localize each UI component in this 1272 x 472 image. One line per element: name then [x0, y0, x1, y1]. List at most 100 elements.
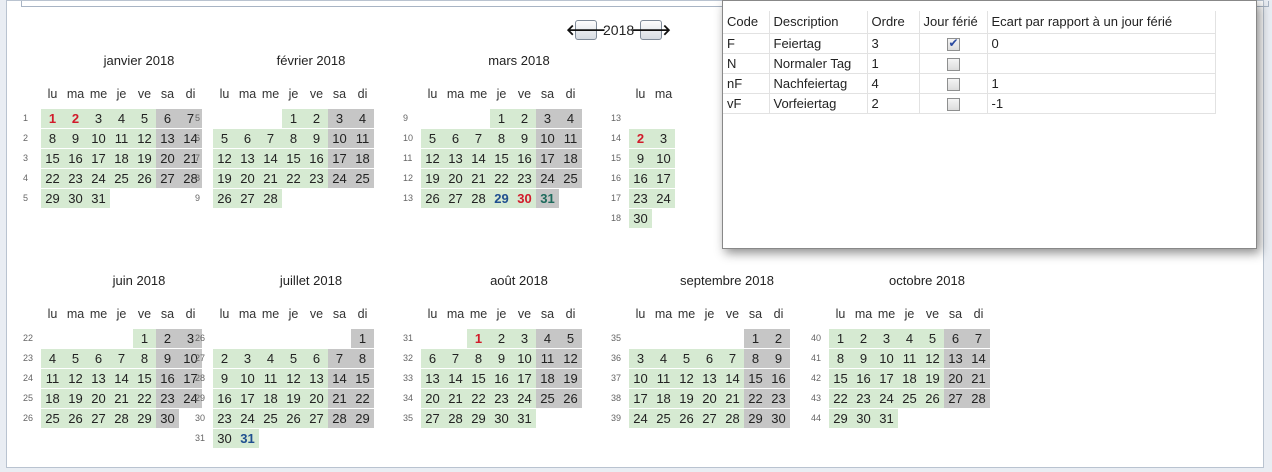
- day-cell[interactable]: 22: [133, 389, 156, 408]
- day-cell[interactable]: 11: [110, 129, 133, 148]
- prev-year-button[interactable]: 🡐: [566, 20, 606, 40]
- day-cell[interactable]: 27: [305, 409, 328, 428]
- day-cell[interactable]: 31: [236, 429, 259, 448]
- day-cell[interactable]: 24: [875, 389, 898, 408]
- day-cell[interactable]: 14: [444, 369, 467, 388]
- day-cell[interactable]: 3: [875, 329, 898, 348]
- day-cell[interactable]: 12: [675, 369, 698, 388]
- day-cell[interactable]: 11: [41, 369, 64, 388]
- day-cell[interactable]: 16: [64, 149, 87, 168]
- day-cell[interactable]: 29: [351, 409, 374, 428]
- day-cell[interactable]: 9: [852, 349, 875, 368]
- day-cell[interactable]: 18: [110, 149, 133, 168]
- day-cell[interactable]: 6: [698, 349, 721, 368]
- day-cell[interactable]: 11: [536, 349, 559, 368]
- day-cell[interactable]: 14: [721, 369, 744, 388]
- day-cell[interactable]: 28: [444, 409, 467, 428]
- col-ordre[interactable]: Ordre: [867, 11, 920, 33]
- day-cell[interactable]: 9: [213, 369, 236, 388]
- day-cell[interactable]: 29: [744, 409, 767, 428]
- day-cell[interactable]: 13: [421, 369, 444, 388]
- day-cell[interactable]: 22: [490, 169, 513, 188]
- day-cell[interactable]: 15: [282, 149, 305, 168]
- day-cell[interactable]: 2: [64, 109, 87, 128]
- day-cell[interactable]: 1: [351, 329, 374, 348]
- day-cell[interactable]: 24: [629, 409, 652, 428]
- day-cell[interactable]: 4: [259, 349, 282, 368]
- day-cell[interactable]: 19: [64, 389, 87, 408]
- day-cell[interactable]: 15: [744, 369, 767, 388]
- table-row[interactable]: FFeiertag3 0: [723, 32, 1216, 53]
- day-cell[interactable]: 20: [156, 149, 179, 168]
- day-cell[interactable]: 16: [305, 149, 328, 168]
- day-cell[interactable]: 19: [133, 149, 156, 168]
- day-cell[interactable]: 2: [852, 329, 875, 348]
- day-cell[interactable]: 26: [921, 389, 944, 408]
- day-cell[interactable]: 19: [421, 169, 444, 188]
- day-cell[interactable]: 25: [652, 409, 675, 428]
- day-cell[interactable]: 18: [559, 149, 582, 168]
- day-cell[interactable]: 3: [536, 109, 559, 128]
- day-cell[interactable]: 16: [767, 369, 790, 388]
- day-cell[interactable]: 29: [41, 189, 64, 208]
- day-cell[interactable]: 10: [536, 129, 559, 148]
- day-cell[interactable]: 1: [829, 329, 852, 348]
- day-cell[interactable]: 21: [110, 389, 133, 408]
- day-cell[interactable]: 1: [41, 109, 64, 128]
- jour-ferie-checkbox[interactable]: [946, 97, 960, 111]
- day-cell[interactable]: 27: [156, 169, 179, 188]
- day-cell[interactable]: 10: [652, 149, 675, 168]
- day-cell[interactable]: 6: [87, 349, 110, 368]
- day-cell[interactable]: 2: [513, 109, 536, 128]
- day-cell[interactable]: 5: [133, 109, 156, 128]
- day-cell[interactable]: 23: [629, 189, 652, 208]
- day-cell[interactable]: 25: [351, 169, 374, 188]
- day-cell[interactable]: 13: [944, 349, 967, 368]
- day-cell[interactable]: 23: [156, 389, 179, 408]
- day-cell[interactable]: 17: [536, 149, 559, 168]
- day-cell[interactable]: 20: [87, 389, 110, 408]
- day-cell[interactable]: 29: [490, 189, 513, 208]
- day-cell[interactable]: 16: [156, 369, 179, 388]
- day-cell[interactable]: 26: [559, 389, 582, 408]
- day-cell[interactable]: 27: [698, 409, 721, 428]
- day-cell[interactable]: 14: [259, 149, 282, 168]
- day-cell[interactable]: 10: [629, 369, 652, 388]
- day-cell[interactable]: 11: [898, 349, 921, 368]
- day-cell[interactable]: 30: [513, 189, 536, 208]
- day-cell[interactable]: 31: [87, 189, 110, 208]
- day-cell[interactable]: 2: [305, 109, 328, 128]
- day-cell[interactable]: 25: [536, 389, 559, 408]
- col-jour-ferie[interactable]: Jour férié: [919, 11, 988, 33]
- day-cell[interactable]: 13: [156, 129, 179, 148]
- day-cell[interactable]: 4: [536, 329, 559, 348]
- day-cell[interactable]: 9: [64, 129, 87, 148]
- day-cell[interactable]: 29: [829, 409, 852, 428]
- day-cell[interactable]: 5: [64, 349, 87, 368]
- day-cell[interactable]: 9: [156, 349, 179, 368]
- day-cell[interactable]: 15: [490, 149, 513, 168]
- day-cell[interactable]: 20: [698, 389, 721, 408]
- day-cell[interactable]: 20: [944, 369, 967, 388]
- day-cell[interactable]: 1: [467, 329, 490, 348]
- day-cell[interactable]: 3: [328, 109, 351, 128]
- day-cell[interactable]: 6: [305, 349, 328, 368]
- day-cell[interactable]: 28: [328, 409, 351, 428]
- day-cell[interactable]: 25: [559, 169, 582, 188]
- day-cell[interactable]: 2: [490, 329, 513, 348]
- day-cell[interactable]: 16: [490, 369, 513, 388]
- day-cell[interactable]: 25: [898, 389, 921, 408]
- day-cell[interactable]: 8: [467, 349, 490, 368]
- col-ecart[interactable]: Ecart par rapport à un jour férié: [987, 11, 1216, 33]
- day-cell[interactable]: 31: [536, 189, 559, 208]
- day-cell[interactable]: 21: [259, 169, 282, 188]
- day-cell[interactable]: 23: [305, 169, 328, 188]
- day-cell[interactable]: 7: [444, 349, 467, 368]
- day-cell[interactable]: 2: [767, 329, 790, 348]
- day-cell[interactable]: 30: [629, 209, 652, 228]
- day-cell[interactable]: 24: [236, 409, 259, 428]
- day-cell[interactable]: 26: [133, 169, 156, 188]
- day-cell[interactable]: 23: [513, 169, 536, 188]
- day-cell[interactable]: 3: [513, 329, 536, 348]
- day-cell[interactable]: 4: [41, 349, 64, 368]
